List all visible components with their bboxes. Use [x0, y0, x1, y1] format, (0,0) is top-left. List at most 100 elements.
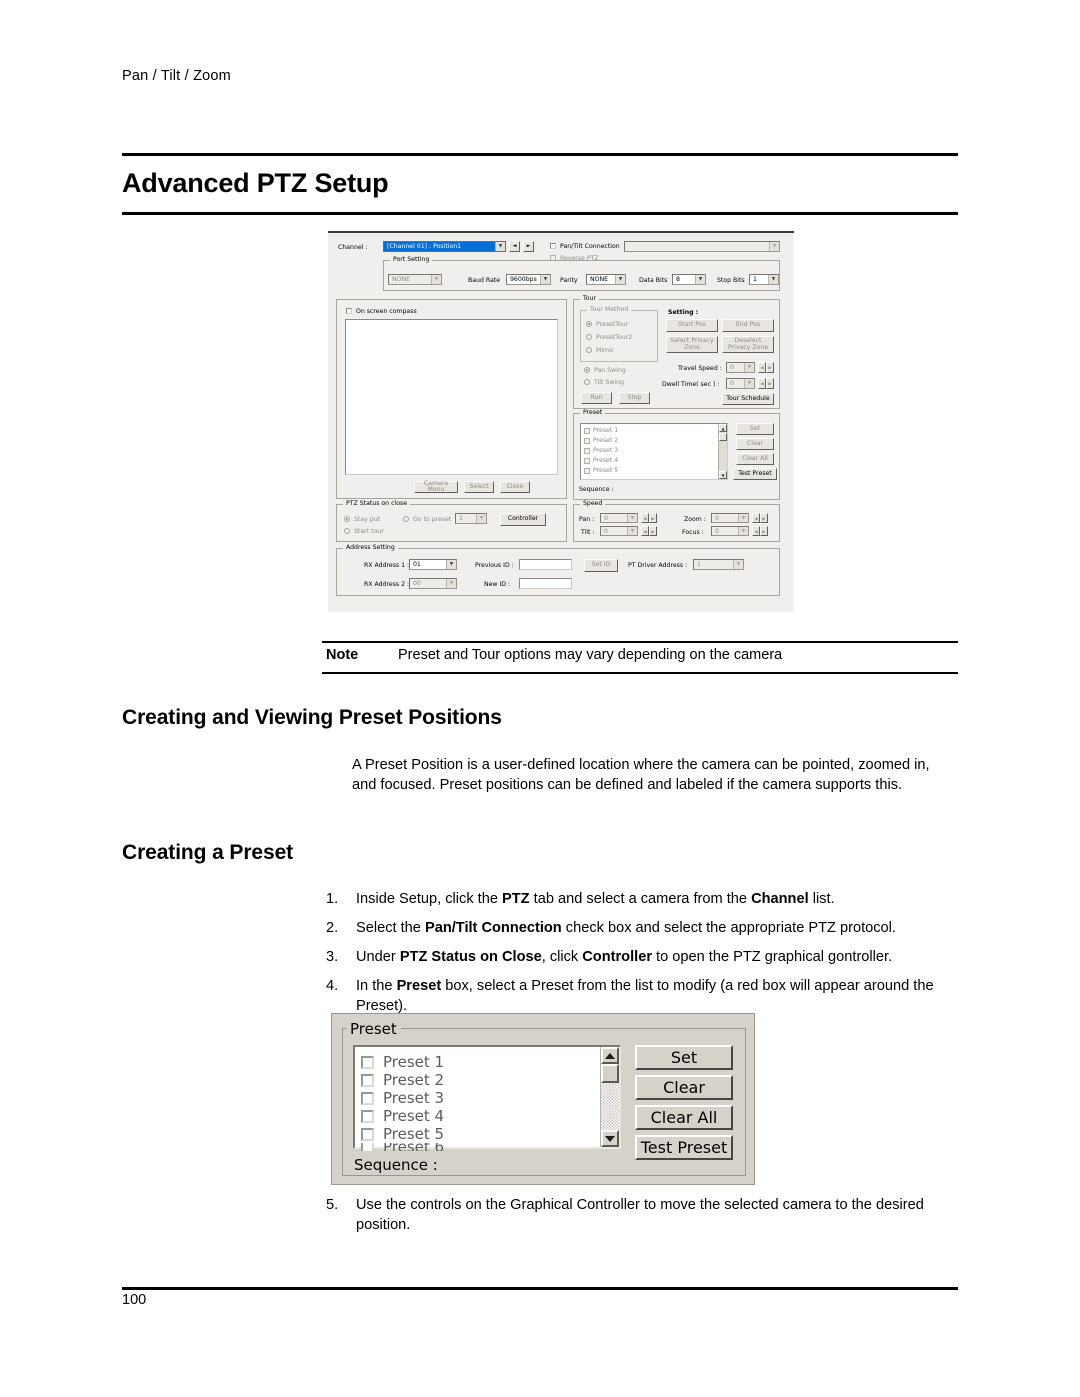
preset-checkbox[interactable]: [584, 467, 590, 474]
scroll-thumb[interactable]: [601, 1064, 619, 1083]
scroll-up-icon[interactable]: ▲: [719, 424, 727, 432]
preset-set-button[interactable]: Set: [635, 1045, 733, 1070]
zoom-speed-decrement[interactable]: ◀: [752, 513, 760, 523]
stay-put-radio[interactable]: [344, 516, 350, 522]
tilt-swing-radio[interactable]: [584, 379, 590, 385]
list-item[interactable]: Preset 5: [361, 1125, 444, 1143]
pan-swing-radio[interactable]: [584, 367, 590, 373]
tilt-speed-increment[interactable]: ▶: [649, 526, 657, 536]
preset-clear-all-button[interactable]: Clear All: [635, 1105, 733, 1130]
pan-speed-increment[interactable]: ▶: [649, 513, 657, 523]
zoom-speed-increment[interactable]: ▶: [760, 513, 768, 523]
preset-list-scrollbar[interactable]: [600, 1047, 619, 1147]
scroll-thumb[interactable]: [719, 433, 727, 441]
list-item[interactable]: Preset 1: [361, 1053, 444, 1071]
controller-button[interactable]: Controller: [500, 513, 546, 526]
preset-checkbox[interactable]: [361, 1073, 374, 1087]
scroll-down-icon[interactable]: [601, 1130, 619, 1147]
deselect-privacy-zone-button[interactable]: Deselect Privacy Zone: [722, 336, 774, 353]
preset-test-button[interactable]: Test Preset: [733, 468, 777, 480]
camera-menu-button[interactable]: Camera Menu: [414, 480, 458, 493]
preset-tour2-radio[interactable]: [586, 334, 592, 340]
list-item[interactable]: Preset 2: [584, 437, 618, 444]
focus-speed-decrement[interactable]: ◀: [752, 526, 760, 536]
tilt-swing-label: Tilt Swing: [594, 379, 624, 386]
travel-speed-decrement[interactable]: ◀: [758, 362, 766, 373]
preset-checkbox[interactable]: [361, 1109, 374, 1123]
tour-run-button[interactable]: Run: [581, 392, 612, 404]
zoom-speed-combobox[interactable]: 0 ▼: [711, 513, 749, 523]
set-id-button[interactable]: Set ID: [584, 559, 618, 572]
go-to-preset-combobox[interactable]: 1 ▼: [455, 513, 487, 524]
preset-tour-radio[interactable]: [586, 321, 592, 327]
dwell-time-combobox[interactable]: 0 ▼: [726, 378, 755, 389]
ptz-protocol-combobox[interactable]: ▼: [624, 241, 780, 252]
list-item[interactable]: Preset 5: [584, 467, 618, 474]
baud-rate-combobox[interactable]: 9600bps ▼: [506, 274, 551, 285]
pan-speed-combobox[interactable]: 0 ▼: [600, 513, 638, 523]
parity-combobox[interactable]: NONE ▼: [586, 274, 626, 285]
preset-list[interactable]: Preset 1 Preset 2 Preset 3 Preset 4 Pres…: [353, 1045, 621, 1151]
pan-speed-decrement[interactable]: ◀: [641, 513, 649, 523]
start-tour-radio[interactable]: [344, 528, 350, 534]
mimic-radio[interactable]: [586, 347, 592, 353]
focus-speed-increment[interactable]: ▶: [760, 526, 768, 536]
rx-address-2-combobox[interactable]: 00 ▼: [409, 578, 457, 589]
select-privacy-zone-button[interactable]: Select Privacy Zone: [666, 336, 718, 353]
tilt-speed-combobox[interactable]: 0 ▼: [600, 526, 638, 536]
list-item[interactable]: Preset 1: [584, 427, 618, 434]
focus-speed-combobox[interactable]: 0 ▼: [711, 526, 749, 536]
list-item[interactable]: Preset 2: [361, 1071, 444, 1089]
close-button[interactable]: Close: [500, 481, 530, 493]
scroll-up-icon[interactable]: [601, 1047, 619, 1064]
previous-id-input[interactable]: [519, 559, 572, 570]
dwell-time-decrement[interactable]: ◀: [758, 378, 766, 389]
on-screen-compass-checkbox[interactable]: [346, 308, 352, 314]
start-pos-button[interactable]: Start Pos: [666, 319, 718, 332]
go-to-preset-radio[interactable]: [403, 516, 409, 522]
preset-checkbox[interactable]: [361, 1091, 374, 1105]
data-bits-combobox[interactable]: 8 ▼: [672, 274, 706, 285]
tilt-speed-decrement[interactable]: ◀: [641, 526, 649, 536]
channel-next-button[interactable]: ►: [523, 241, 534, 252]
end-pos-button[interactable]: End Pos: [722, 319, 774, 332]
preset-checkbox[interactable]: [584, 457, 590, 464]
chevron-down-icon: ▼: [476, 514, 486, 523]
preset-checkbox[interactable]: [584, 447, 590, 454]
channel-combobox[interactable]: [Channel 01] : Position1 ▼: [383, 241, 506, 252]
preset-list-scrollbar[interactable]: ▲ ▼: [718, 424, 727, 479]
port-combobox[interactable]: NONE ▼: [388, 274, 442, 285]
list-item[interactable]: Preset 4: [584, 457, 618, 464]
new-id-input[interactable]: [519, 578, 572, 589]
travel-speed-combobox[interactable]: 0 ▼: [726, 362, 755, 373]
rx-address-1-combobox[interactable]: 01 ▼: [409, 559, 457, 570]
tour-schedule-button[interactable]: Tour Schedule: [722, 393, 774, 405]
select-button[interactable]: Select: [464, 481, 494, 493]
scroll-down-icon[interactable]: ▼: [719, 471, 727, 479]
preset-clear-all-button[interactable]: Clear All: [736, 453, 774, 465]
preset-clear-button[interactable]: Clear: [635, 1075, 733, 1100]
list-item[interactable]: Preset 3: [584, 447, 618, 454]
preset-checkbox[interactable]: [361, 1127, 374, 1141]
list-item[interactable]: Preset 4: [361, 1107, 444, 1125]
preset-tour-label: PresetTour: [596, 321, 629, 328]
dwell-time-increment[interactable]: ▶: [766, 378, 774, 389]
stop-bits-combobox[interactable]: 1 ▼: [749, 274, 779, 285]
preset-checkbox[interactable]: [361, 1055, 374, 1069]
preset-clear-button[interactable]: Clear: [736, 438, 774, 450]
preset-set-button[interactable]: Set: [736, 423, 774, 435]
tour-legend: Tour: [580, 295, 599, 303]
travel-speed-increment[interactable]: ▶: [766, 362, 774, 373]
preset-test-button[interactable]: Test Preset: [635, 1135, 733, 1160]
note-label: Note: [326, 647, 359, 663]
preset-checkbox[interactable]: [584, 437, 590, 444]
list-item[interactable]: Preset 3: [361, 1089, 444, 1107]
channel-prev-button[interactable]: ◄: [509, 241, 520, 252]
preset-checkbox[interactable]: [361, 1143, 374, 1151]
preset-checkbox[interactable]: [584, 427, 590, 434]
tour-stop-button[interactable]: Stop: [619, 392, 650, 404]
list-item[interactable]: Preset 6: [361, 1143, 444, 1151]
pan-tilt-connection-checkbox[interactable]: [550, 243, 556, 249]
pt-driver-address-combobox[interactable]: 1 ▼: [693, 559, 744, 570]
preset-item-label: Preset 1: [383, 1053, 445, 1071]
